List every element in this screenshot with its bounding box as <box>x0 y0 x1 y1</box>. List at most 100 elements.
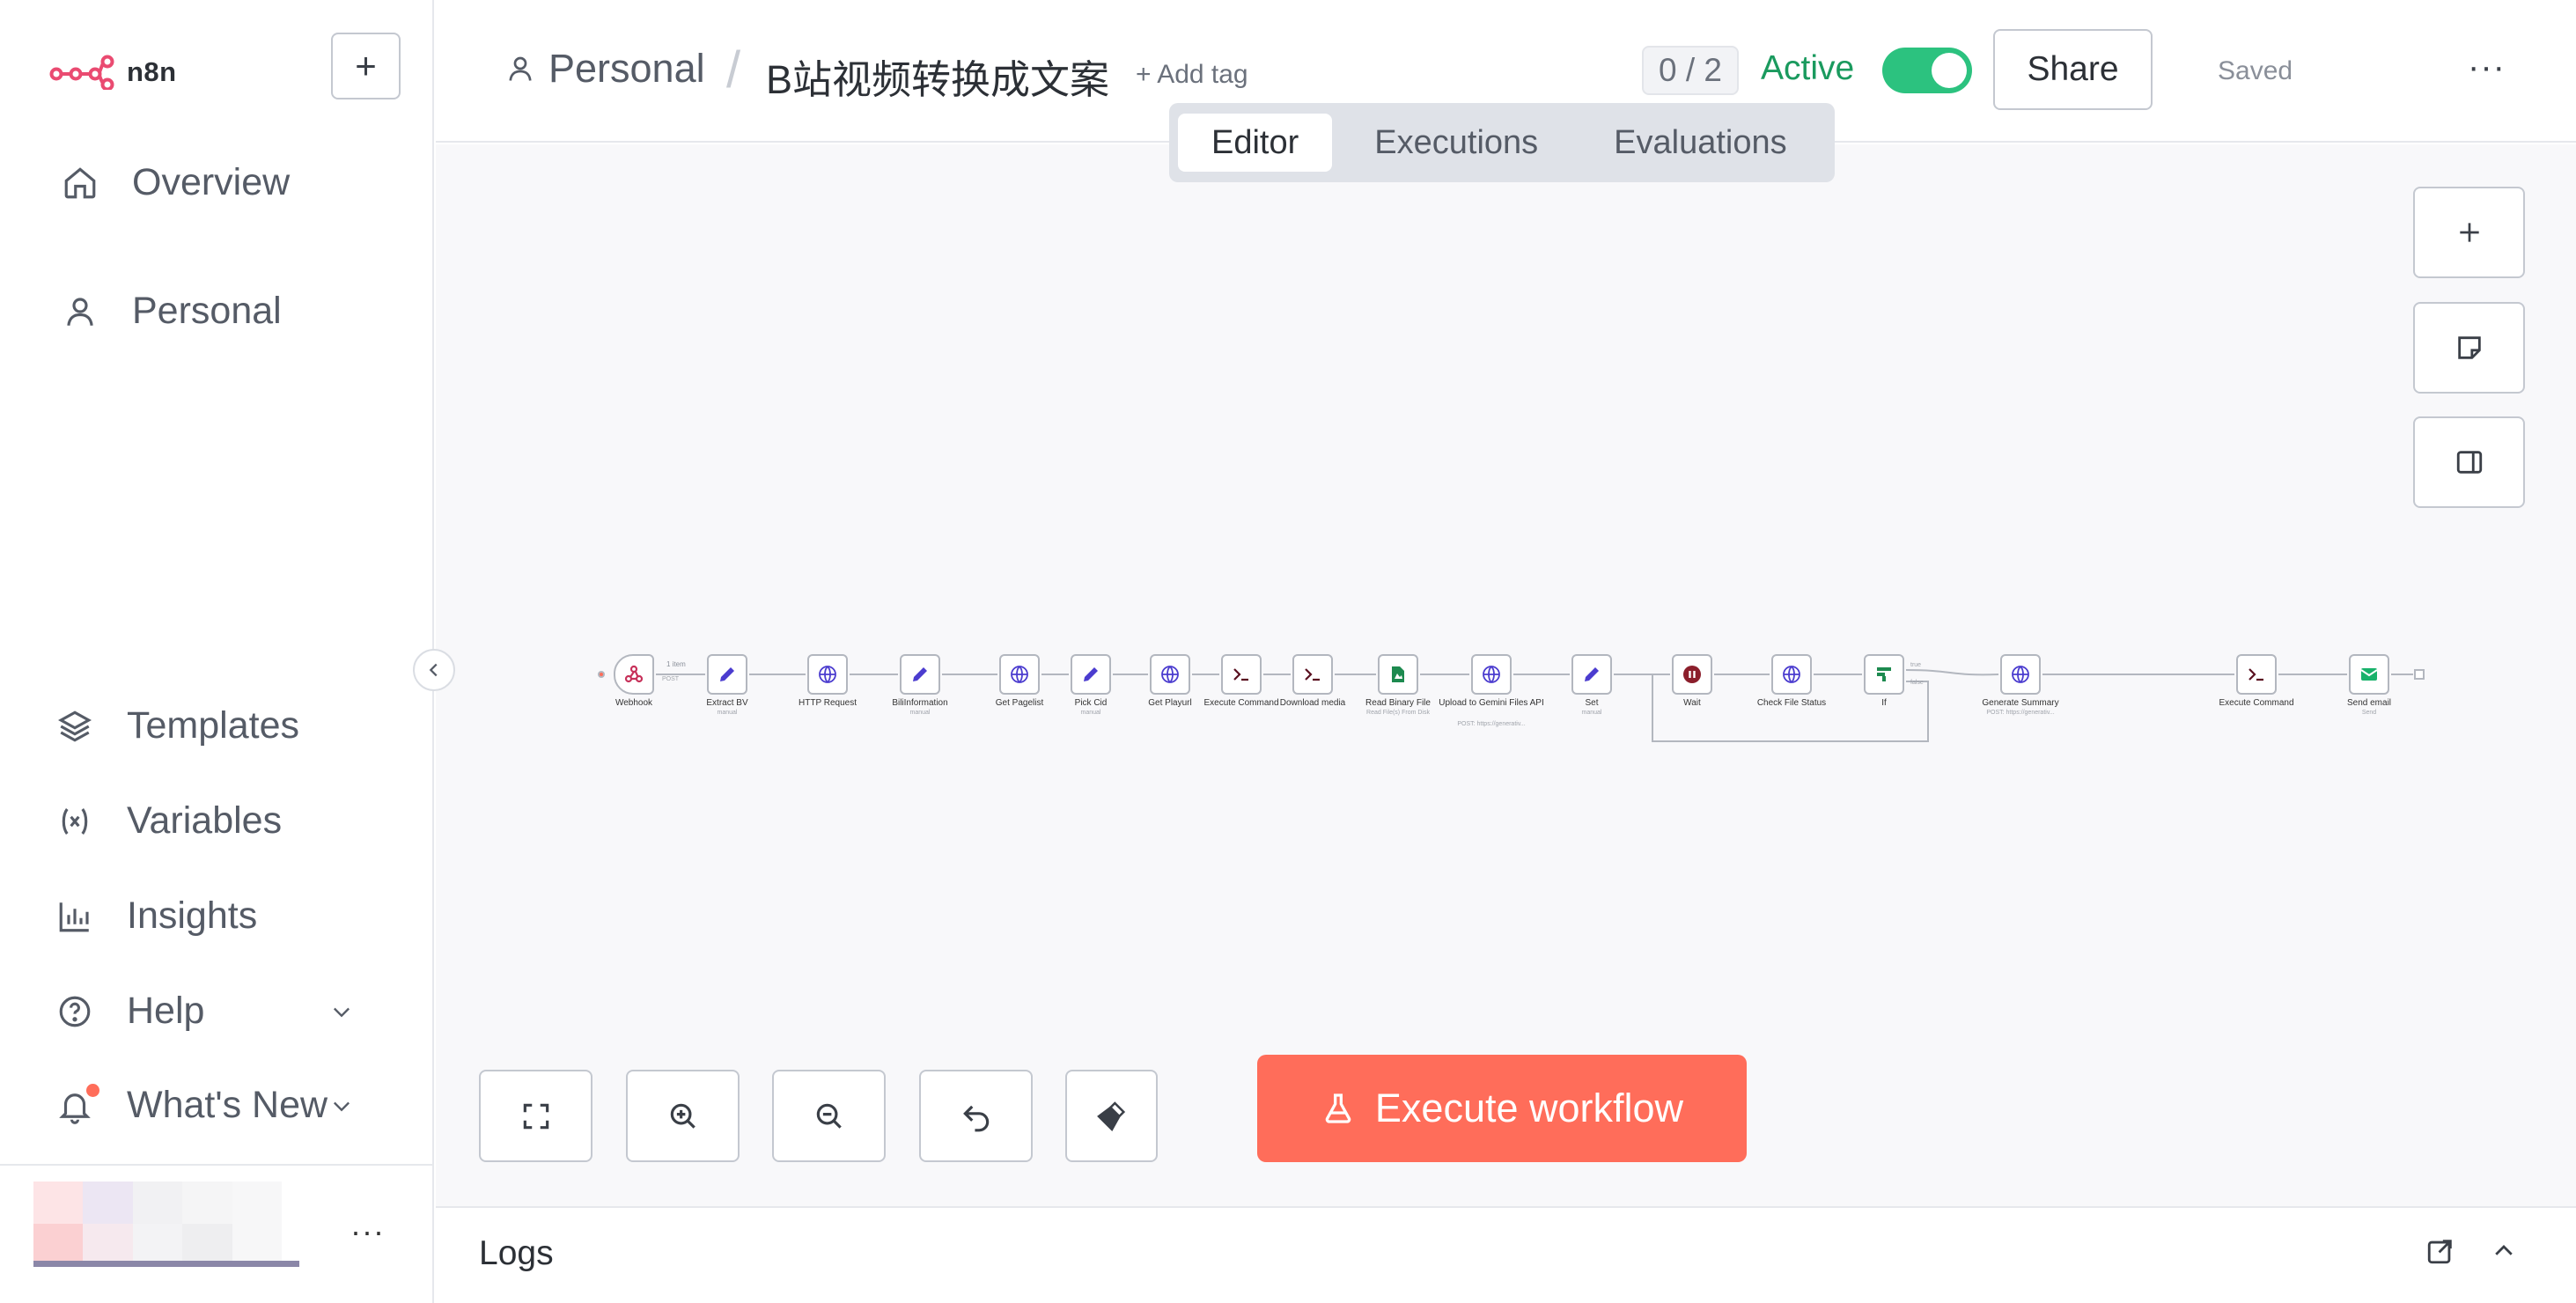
tab-executions[interactable]: Executions <box>1341 114 1571 172</box>
variables-icon <box>62 807 88 835</box>
tidy-up-button[interactable] <box>1065 1070 1158 1162</box>
zoom-in-icon <box>670 1103 696 1129</box>
node-subtitle: manual <box>909 710 931 716</box>
panel-right-icon <box>2456 451 2482 474</box>
breadcrumb-project[interactable]: Personal <box>548 46 705 92</box>
pencil-icon <box>1071 654 1111 695</box>
email-icon <box>2349 654 2389 695</box>
execute-workflow-button[interactable]: Execute workflow <box>1257 1055 1747 1162</box>
templates-icon <box>58 710 92 742</box>
breadcrumb-separator: / <box>726 41 741 99</box>
sidebar-item-whats-new[interactable]: What's New <box>56 1083 350 1127</box>
user-icon <box>67 297 93 326</box>
more-options-button[interactable]: ··· <box>2468 48 2506 87</box>
n8n-logo-icon <box>49 55 114 90</box>
globe-icon <box>1471 654 1512 695</box>
pause-icon <box>1672 654 1712 695</box>
broom-icon <box>1096 1101 1125 1131</box>
sidebar-item-personal[interactable]: Personal <box>62 290 282 333</box>
user-menu-button[interactable]: ··· <box>350 1213 385 1250</box>
logs-title: Logs <box>479 1234 554 1272</box>
sidebar-item-label: Help <box>127 990 205 1032</box>
zoom-in-button[interactable] <box>626 1070 740 1162</box>
terminal-icon <box>1292 654 1333 695</box>
zoom-out-icon <box>816 1103 842 1129</box>
share-button[interactable]: Share <box>1993 29 2153 110</box>
logs-panel: Logs <box>436 1206 2576 1303</box>
sidebar-item-label: Variables <box>127 799 283 842</box>
fullscreen-icon <box>523 1103 548 1129</box>
logo-text: n8n <box>127 56 177 87</box>
chevron-left-icon <box>429 663 438 677</box>
plus-icon <box>2459 223 2479 242</box>
sidebar-item-label: Personal <box>132 290 282 332</box>
sidebar-divider <box>0 1164 434 1166</box>
pencil-icon <box>900 654 940 695</box>
chevron-down-icon <box>334 1101 350 1111</box>
create-new-button[interactable]: + <box>331 33 401 99</box>
edge-item-label: 1 item <box>666 660 686 668</box>
fit-view-button[interactable] <box>479 1070 592 1162</box>
n8n-logo[interactable]: n8n <box>49 51 177 93</box>
workflow-canvas[interactable]: 1 item POST true false Webhook Extract BV manu… <box>436 144 2576 1206</box>
chevron-down-icon <box>334 1007 350 1017</box>
node-label: Send email <box>2346 698 2392 708</box>
view-tabs: Editor Executions Evaluations <box>1169 103 1835 182</box>
toggle-knob <box>1932 53 1967 88</box>
webhook-icon <box>614 654 654 695</box>
breadcrumb[interactable]: Personal <box>504 46 705 92</box>
user-icon <box>509 56 532 81</box>
sticky-note-icon <box>2457 336 2481 359</box>
file-icon <box>1378 654 1418 695</box>
trigger-marker <box>598 671 605 678</box>
toggle-panel-button[interactable] <box>2413 416 2525 508</box>
node-subtitle: manual <box>717 710 738 716</box>
workflow-name[interactable]: B站视频转换成文案 <box>766 48 1109 105</box>
user-name-bar <box>33 1261 299 1267</box>
sidebar-item-overview[interactable]: Overview <box>62 161 290 204</box>
collapse-sidebar-button[interactable] <box>413 649 455 691</box>
sidebar: n8n + Overview Personal Templates Variab… <box>0 0 455 1303</box>
home-icon <box>64 166 96 198</box>
sidebar-item-templates[interactable]: Templates <box>56 704 299 747</box>
globe-icon <box>1150 654 1190 695</box>
active-toggle[interactable] <box>1882 48 1972 93</box>
avatar[interactable] <box>33 1182 282 1266</box>
add-node-button[interactable] <box>2413 187 2525 278</box>
saved-status: Saved <box>2218 56 2293 85</box>
connection-path <box>1905 669 1999 676</box>
edge-method-label: POST <box>662 676 680 682</box>
tab-evaluations[interactable]: Evaluations <box>1580 114 1820 172</box>
pencil-icon <box>1571 654 1612 695</box>
execute-workflow-label: Execute workflow <box>1374 1086 1684 1130</box>
flask-icon <box>1325 1093 1351 1123</box>
pencil-icon <box>707 654 747 695</box>
node-subtitle: POST: https://generativ... <box>1986 710 2055 716</box>
if-true-label: true <box>1910 662 1922 668</box>
sidebar-item-label: Overview <box>132 161 291 203</box>
add-tag-button[interactable]: + Add tag <box>1136 60 1248 90</box>
node-label: Generate Summary <box>1982 698 2059 708</box>
node-subtitle: manual <box>1080 710 1101 716</box>
sidebar-item-help[interactable]: Help <box>56 990 350 1033</box>
node-subtitle: manual <box>1581 710 1602 716</box>
pop-out-icon[interactable] <box>2425 1236 2455 1266</box>
sidebar-item-variables[interactable]: Variables <box>56 799 282 843</box>
chevron-up-icon[interactable] <box>2491 1238 2517 1264</box>
active-label: Active <box>1761 49 1855 87</box>
notification-dot <box>86 1083 99 1097</box>
tab-editor[interactable]: Editor <box>1178 114 1333 172</box>
workflow-counter: 0 / 2 <box>1642 46 1739 95</box>
globe-icon <box>807 654 848 695</box>
globe-icon <box>2000 654 2041 695</box>
if-false-label: false <box>1910 680 1924 686</box>
zoom-out-button[interactable] <box>772 1070 886 1162</box>
globe-icon <box>1771 654 1812 695</box>
add-node-handle[interactable] <box>2414 669 2425 680</box>
undo-icon <box>962 1105 989 1131</box>
node-subtitle: POST: https://generativ... <box>1457 721 1526 727</box>
reset-zoom-button[interactable] <box>919 1070 1033 1162</box>
sidebar-item-insights[interactable]: Insights <box>56 894 257 938</box>
add-sticky-note-button[interactable] <box>2413 302 2525 394</box>
help-circle-icon <box>59 996 91 1027</box>
